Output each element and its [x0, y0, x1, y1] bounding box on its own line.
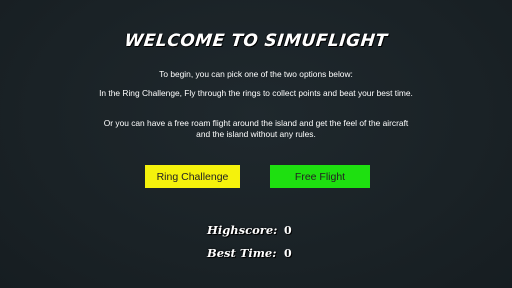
best-time-value: 0	[284, 247, 292, 260]
menu-screen: WELCOME TO SIMUFLIGHT To begin, you can …	[0, 0, 512, 288]
best-time-label: Best Time:	[207, 246, 277, 260]
highscore-label: Highscore:	[207, 223, 278, 237]
intro-text: To begin, you can pick one of the two op…	[159, 69, 353, 79]
ring-challenge-button[interactable]: Ring Challenge	[145, 165, 240, 188]
highscore-value: 0	[284, 224, 292, 237]
ring-challenge-description: In the Ring Challenge, Fly through the r…	[99, 88, 413, 98]
free-flight-description: Or you can have a free roam flight aroun…	[103, 118, 409, 139]
free-flight-button[interactable]: Free Flight	[270, 165, 370, 188]
game-title: WELCOME TO SIMUFLIGHT	[123, 31, 389, 51]
